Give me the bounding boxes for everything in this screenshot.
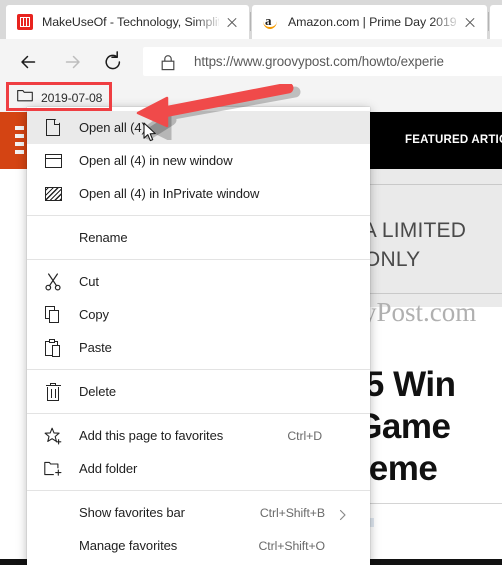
menu-item-label: Show favorites bar [79,505,185,520]
address-bar[interactable]: https://www.groovypost.com/howto/experie [143,47,502,76]
page-icon [41,117,65,139]
menu-item-manage-favorites[interactable]: Manage favorites Ctrl+Shift+O [27,529,370,562]
menu-item-rename[interactable]: Rename [27,221,370,254]
folder-plus-icon [41,458,65,480]
tab-strip: MakeUseOf - Technology, Simplified. a Am… [0,0,502,39]
menu-separator [27,413,370,414]
menu-item-label: Delete [79,384,116,399]
tab-third-partial[interactable] [490,5,502,39]
tab-divider [488,12,489,31]
menu-item-label: Open all (4) in new window [79,153,233,168]
menu-separator [27,259,370,260]
menu-item-label: Add folder [79,461,138,476]
forward-icon [56,47,86,77]
favorites-folder-label: 2019-07-08 [41,91,103,105]
menu-item-cut[interactable]: Cut [27,265,370,298]
menu-separator [27,490,370,491]
menu-separator [27,215,370,216]
menu-item-shortcut: Ctrl+Shift+O [258,538,326,553]
browser-window: MakeUseOf - Technology, Simplified. a Am… [0,0,502,565]
copy-icon [41,304,65,326]
back-icon[interactable] [15,47,45,77]
tab-title: Amazon.com | Prime Day 2019 [288,15,457,29]
menu-item-paste[interactable]: Paste [27,331,370,364]
navigation-toolbar: https://www.groovypost.com/howto/experie [0,39,502,84]
menu-item-delete[interactable]: Delete [27,375,370,408]
favorites-folder-context-menu: Open all (4) Open all (4) in new window … [27,107,370,565]
menu-item-label: Open all (4) in InPrivate window [79,186,260,201]
menu-separator [27,369,370,370]
url-text: https://www.groovypost.com/howto/experie [194,54,444,69]
menu-item-open-all-inprivate[interactable]: Open all (4) in InPrivate window [27,177,370,210]
menu-item-show-favorites-bar[interactable]: Show favorites bar Ctrl+Shift+B [27,496,370,529]
menu-item-label: Manage favorites [79,538,178,553]
divider [355,503,502,504]
menu-item-label: Add this page to favorites [79,428,224,443]
close-icon[interactable] [221,11,243,33]
menu-item-open-all-new-window[interactable]: Open all (4) in new window [27,144,370,177]
menu-item-label: Copy [79,307,109,322]
menu-item-label: Paste [79,340,112,355]
menu-item-add-folder[interactable]: Add folder [27,452,370,485]
menu-item-copy[interactable]: Copy [27,298,370,331]
close-icon[interactable] [459,11,481,33]
menu-item-shortcut: Ctrl+Shift+B [259,505,325,520]
chevron-right-icon [338,508,348,520]
tab-amazon[interactable]: a Amazon.com | Prime Day 2019 [252,5,487,39]
tab-makeuseof[interactable]: MakeUseOf - Technology, Simplified. [6,5,249,39]
menu-item-label: Cut [79,274,99,289]
menu-item-label: Rename [79,230,128,245]
makeuseof-favicon [16,14,33,31]
site-menu-button[interactable] [0,112,27,169]
paste-icon [41,337,65,359]
inprivate-icon [41,183,65,205]
tab-title: MakeUseOf - Technology, Simplified. [42,15,219,29]
refresh-icon[interactable] [98,47,128,77]
menu-item-shortcut: Ctrl+D [287,428,322,443]
site-nav-featured-articles[interactable]: FEATURED ARTIC [405,134,502,146]
trash-icon [41,381,65,403]
lock-icon [160,54,180,70]
amazon-favicon: a [262,13,279,31]
star-plus-icon [41,425,65,447]
folder-icon [17,89,33,107]
scissors-icon [41,271,65,293]
tab-divider [250,12,251,31]
window-icon [41,150,65,172]
menu-item-open-all[interactable]: Open all (4) [27,111,370,144]
menu-item-label: Open all (4) [79,120,146,135]
menu-item-add-page-to-favorites[interactable]: Add this page to favorites Ctrl+D [27,419,370,452]
